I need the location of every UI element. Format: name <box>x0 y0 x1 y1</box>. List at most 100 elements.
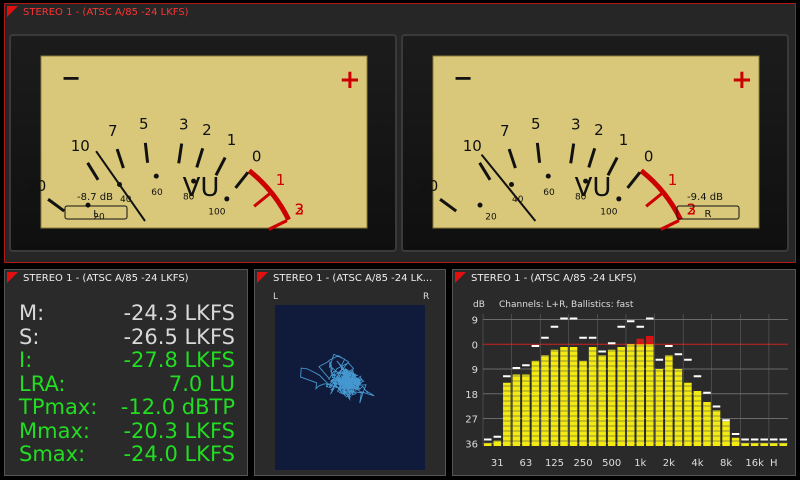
vu-db-label: 1 <box>668 171 678 189</box>
loudness-value: -24.0 LKFS <box>123 442 235 466</box>
loudness-label: LRA: <box>19 371 66 396</box>
spectrum-peak-marker <box>731 433 740 435</box>
spectrum-peak-marker <box>779 438 787 441</box>
spectrum-peak-marker <box>484 438 492 441</box>
vu-db-label: 3 <box>295 200 305 218</box>
spectrum-peak-marker <box>722 419 730 422</box>
vu-percent-label: 60 <box>151 188 163 198</box>
spectrum-y-tick: 18 <box>465 390 478 401</box>
spectrum-bar <box>712 410 721 446</box>
vu-meter-left: − +20 10 7 5 3 2 1 0 1 2 3 0 20 40 60 80 100 VU -8.7 dB L <box>9 34 397 252</box>
spectrum-panel: STEREO 1 - (ATSC A/85 -24 LKFS) dB Chann… <box>452 269 796 476</box>
vu-db-label: 1 <box>619 131 629 149</box>
spectrum-peak-marker <box>626 320 635 323</box>
spectrum-peak-marker <box>541 336 549 339</box>
spectrum-peak-marker <box>607 342 616 345</box>
vu-minus-symbol: − <box>453 64 473 92</box>
spectrum-x-tick: H <box>770 458 778 469</box>
loudness-label: S: <box>19 324 40 349</box>
spectrum-bar <box>665 355 673 446</box>
spectrum-y-tick: 27 <box>465 415 478 426</box>
panel-menu-icon[interactable] <box>257 272 268 283</box>
spectrum-bar <box>684 382 692 446</box>
vu-percent-dot <box>85 202 91 208</box>
spectrum-x-tick: 4k <box>691 458 703 469</box>
spectrum-peak-marker <box>712 405 721 408</box>
vu-percent-label: 100 <box>208 207 225 217</box>
spectrum-peak-marker <box>760 438 768 441</box>
vu-percent-label: 20 <box>485 213 497 223</box>
spectrum-x-tick: 1k <box>634 458 646 469</box>
panel-menu-icon[interactable] <box>7 6 18 17</box>
spectrum-bar <box>703 402 711 446</box>
spectrum-bar <box>779 443 787 446</box>
panel-title: STEREO 1 - (ATSC A/85 -24 LKFS) <box>23 273 189 284</box>
spectrum-peak-marker <box>665 345 673 347</box>
vu-percent-label: 0 <box>77 239 83 249</box>
loudness-value: -27.8 LKFS <box>123 348 235 372</box>
spectrum-bar <box>760 443 768 446</box>
spectrum-peak-marker <box>674 353 683 356</box>
spectrum-peak-marker <box>493 435 502 438</box>
goniometer-panel: STEREO 1 - (ATSC A/85 -24 LK... L R <box>254 269 446 476</box>
goniometer-left-label: L <box>273 292 279 302</box>
loudness-row: I: -27.8 LKFS <box>19 348 235 373</box>
spectrum-peak-marker <box>550 325 559 328</box>
spectrum-peak-marker <box>512 367 521 369</box>
goniometer-right-label: R <box>423 292 430 302</box>
loudness-row: S: -26.5 LKFS <box>19 324 235 350</box>
spectrum-bar <box>750 443 759 446</box>
spectrum-peak-marker <box>750 438 759 441</box>
panel-menu-icon[interactable] <box>455 272 466 283</box>
loudness-value: -20.3 LKFS <box>123 418 235 443</box>
spectrum-peak-marker <box>617 325 625 328</box>
loudness-label: I: <box>19 348 33 372</box>
vu-db-label: 5 <box>139 115 149 133</box>
vu-minus-symbol: − <box>61 64 81 92</box>
vu-db-label: 3 <box>179 116 189 134</box>
vu-percent-label: 100 <box>600 207 617 217</box>
loudness-value: -26.5 LKFS <box>123 324 235 349</box>
vu-percent-label: 0 <box>469 239 475 249</box>
vu-db-label: 2 <box>594 121 604 139</box>
loudness-row: Mmax: -20.3 LKFS <box>19 418 235 444</box>
vu-percent-dot <box>545 173 551 179</box>
spectrum-bar <box>693 391 702 446</box>
panel-menu-icon[interactable] <box>7 272 18 283</box>
vu-percent-dot <box>455 233 461 239</box>
vu-db-label: 3 <box>687 200 697 218</box>
spectrum-bar <box>503 382 511 446</box>
spectrum-bar <box>598 355 606 446</box>
vu-brand-label: VU <box>575 173 612 203</box>
spectrum-bar-overload <box>646 336 654 345</box>
spectrum-peak-marker <box>703 391 711 394</box>
spectrum-bar <box>674 369 683 446</box>
vu-percent-dot <box>616 196 622 202</box>
vu-panel: STEREO 1 - (ATSC A/85 -24 LKFS) − +20 10 7 5… <box>4 3 796 263</box>
loudness-label: M: <box>19 301 45 325</box>
spectrum-bar <box>579 360 587 446</box>
spectrum-x-tick: 2k <box>663 458 675 469</box>
spectrum-x-tick: 63 <box>520 458 533 469</box>
loudness-row: LRA: 7.0 LU <box>19 371 235 397</box>
spectrum-peak-marker <box>655 358 664 361</box>
spectrum-peak-marker <box>503 375 511 378</box>
loudness-readings: M: -24.3 LKFS S: -26.5 LKFS I: -27.8 LKFS LRA:… <box>19 301 235 467</box>
loudness-panel: STEREO 1 - (ATSC A/85 -24 LKFS) M: -24.3 … <box>4 269 248 476</box>
spectrum-x-tick: 250 <box>574 458 593 469</box>
loudness-value: -24.3 LKFS <box>123 301 235 325</box>
spectrum-peak-marker <box>522 364 530 367</box>
spectrum-bar <box>493 440 502 446</box>
spectrum-peak-marker <box>741 438 749 441</box>
vu-db-label: 0 <box>644 147 654 165</box>
vu-db-readout: -9.4 dB <box>687 192 723 203</box>
spectrum-peak-marker <box>579 336 587 339</box>
spectrum-x-tick: 16k <box>745 458 764 469</box>
spectrum-bar <box>550 349 559 446</box>
loudness-value: -12.0 dBTP <box>120 395 235 419</box>
vu-channel-label: R <box>705 209 712 220</box>
panel-title: STEREO 1 - (ATSC A/85 -24 LKFS) <box>23 7 189 18</box>
loudness-value: 7.0 LU <box>168 371 235 396</box>
vu-percent-dot <box>63 233 69 239</box>
spectrum-bar <box>769 443 778 446</box>
